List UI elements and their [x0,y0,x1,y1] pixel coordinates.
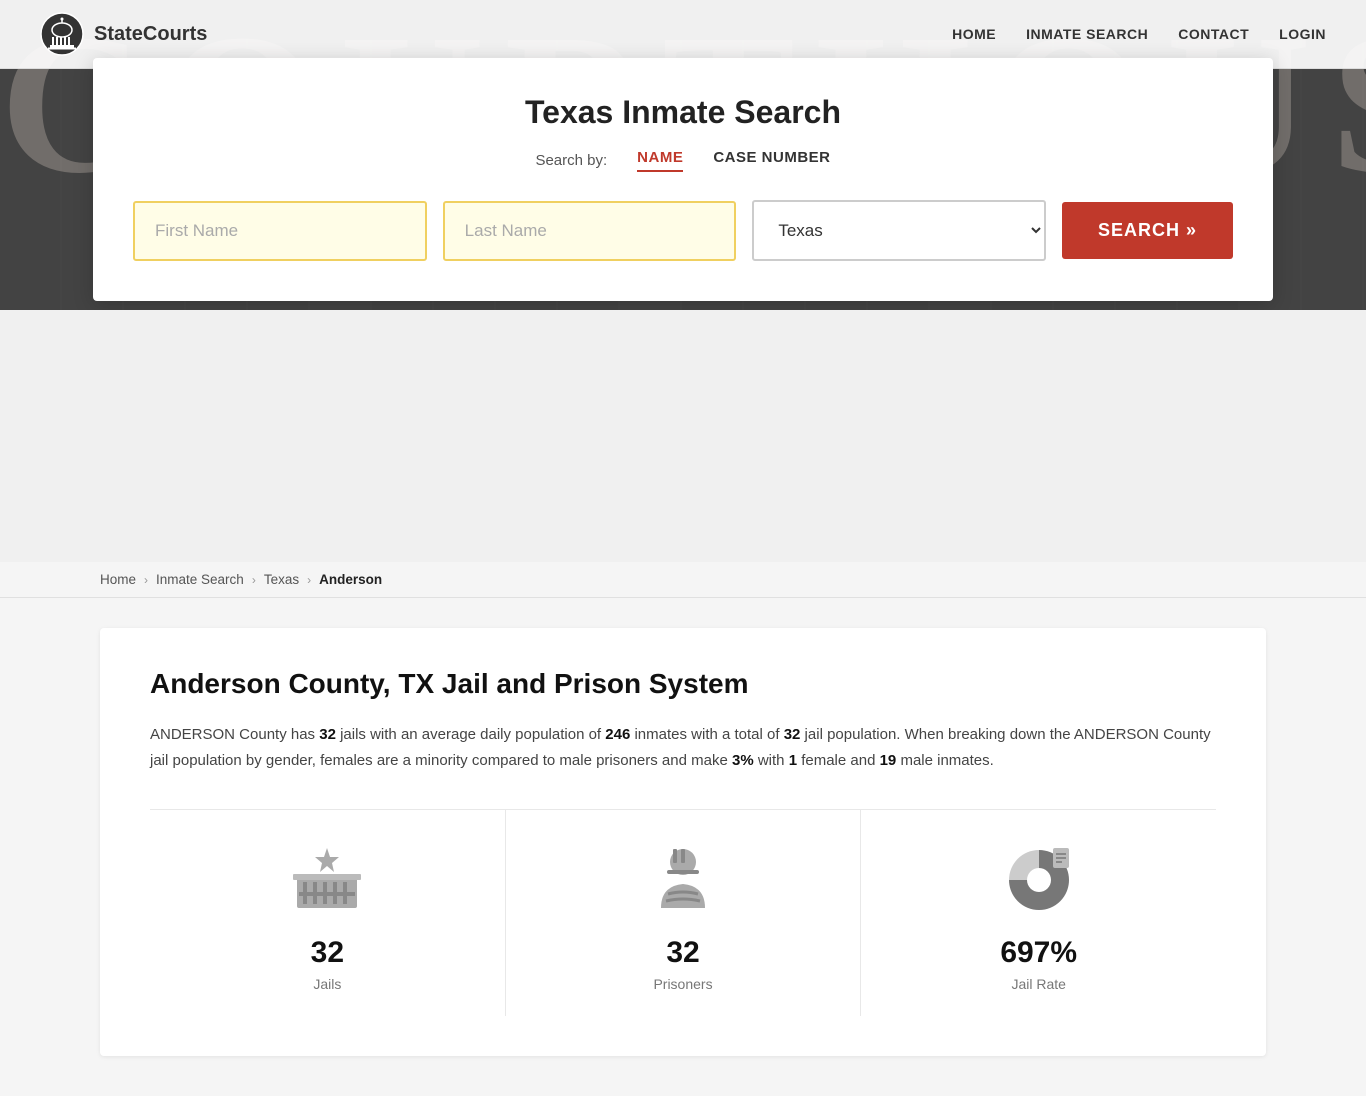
breadcrumb-sep-3: › [307,573,311,587]
nav-home[interactable]: HOME [952,26,996,42]
stat-jails: 32 Jails [150,810,506,1016]
county-description: ANDERSON County has 32 jails with an ave… [150,722,1216,773]
breadcrumb-texas[interactable]: Texas [264,572,299,587]
nav-inmate-search[interactable]: INMATE SEARCH [1026,26,1148,42]
search-card-wrapper: Texas Inmate Search Search by: NAME CASE… [93,58,1273,301]
search-by-label: Search by: [535,152,607,169]
stat-prisoners-label: Prisoners [653,976,712,992]
search-title: Texas Inmate Search [133,94,1233,131]
county-card: Anderson County, TX Jail and Prison Syst… [100,628,1266,1056]
breadcrumb-home[interactable]: Home [100,572,136,587]
jail-icon [287,840,367,920]
prisoner-icon [643,840,723,920]
nav-links: HOME INMATE SEARCH CONTACT LOGIN [952,26,1326,42]
breadcrumb-current: Anderson [319,572,382,587]
stat-jails-label: Jails [313,976,341,992]
breadcrumb-inmate-search[interactable]: Inmate Search [156,572,244,587]
stats-row: 32 Jails 32 [150,809,1216,1016]
header: COURTHOUSE StateCourts [0,0,1366,310]
first-name-input[interactable] [133,201,427,261]
tab-case-number[interactable]: CASE NUMBER [713,149,830,172]
breadcrumb: Home › Inmate Search › Texas › Anderson [0,562,1366,598]
pie-chart-icon [999,840,1079,920]
tab-name[interactable]: NAME [637,149,683,172]
search-button[interactable]: SEARCH » [1062,202,1233,259]
stat-jail-rate-label: Jail Rate [1011,976,1065,992]
stat-prisoners-value: 32 [666,936,699,970]
site-logo[interactable]: StateCourts [40,12,207,56]
stat-prisoners: 32 Prisoners [506,810,862,1016]
stat-jail-rate-value: 697% [1000,936,1077,970]
search-tabs: Search by: NAME CASE NUMBER [133,149,1233,172]
logo-icon [40,12,84,56]
nav-login[interactable]: LOGIN [1279,26,1326,42]
breadcrumb-sep-2: › [252,573,256,587]
last-name-input[interactable] [443,201,737,261]
breadcrumb-sep-1: › [144,573,148,587]
state-select[interactable]: Texas Alabama Alaska Arizona California … [752,200,1046,261]
search-fields: Texas Alabama Alaska Arizona California … [133,200,1233,261]
main-content: Anderson County, TX Jail and Prison Syst… [0,598,1366,1096]
stat-jails-value: 32 [311,936,344,970]
stat-jail-rate: 697% Jail Rate [861,810,1216,1016]
site-name: StateCourts [94,23,207,46]
nav-contact[interactable]: CONTACT [1178,26,1249,42]
county-title: Anderson County, TX Jail and Prison Syst… [150,668,1216,700]
search-card: Texas Inmate Search Search by: NAME CASE… [93,58,1273,301]
